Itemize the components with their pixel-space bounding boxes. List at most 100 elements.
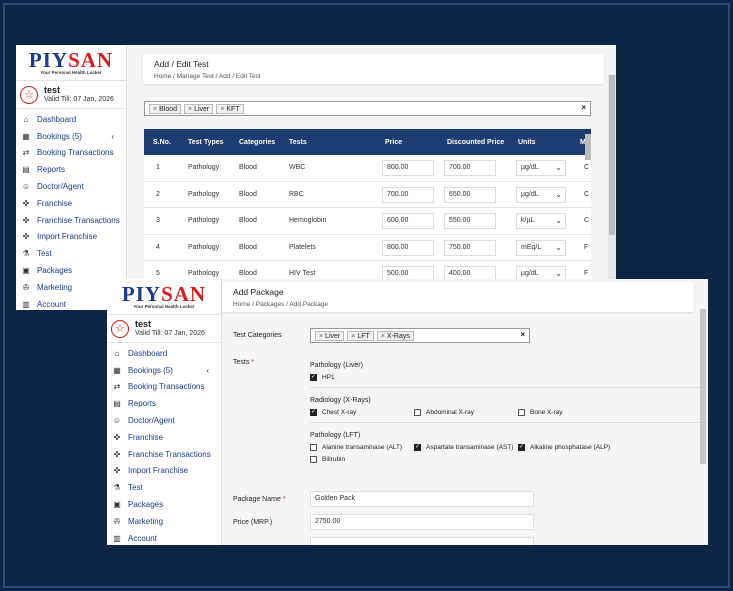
- category-tag[interactable]: × LFT: [347, 330, 374, 341]
- sidebar-item-dashboard[interactable]: ⌂ Dashboard: [16, 111, 126, 128]
- package-name-input[interactable]: Golden Pack: [310, 491, 534, 507]
- cell-test-type: Pathology: [188, 164, 220, 171]
- test-filter-input[interactable]: × Blood × Liver × KFT ×: [144, 101, 591, 116]
- checkbox-alp[interactable]: Alkaline phosphatase (ALP): [518, 443, 610, 451]
- sidebar-item-packages[interactable]: ▣ Packages: [107, 496, 221, 513]
- price-input[interactable]: 800.00: [382, 239, 434, 256]
- sidebar-item-franchise-transactions[interactable]: ✜ Franchise Transactions: [107, 446, 221, 463]
- table-scroll-handle[interactable]: [585, 134, 591, 160]
- scrollbar-thumb[interactable]: [609, 75, 615, 235]
- sidebar-item-bookings[interactable]: ▦ Bookings (5) ‹: [107, 362, 221, 379]
- breadcrumb-manage-test[interactable]: Manage Test: [177, 73, 214, 80]
- next-field-input[interactable]: [310, 537, 534, 545]
- table-row: 1 Pathology Blood WBC 800.00 700.00 µg/dL ⌄ C: [144, 155, 591, 182]
- package-name-label: Package Name *: [233, 496, 286, 503]
- table-row: 2 Pathology Blood RBC 700.00 650.00 µg/dL ⌄ C: [144, 181, 591, 208]
- clear-icon[interactable]: ×: [520, 330, 525, 339]
- cell-sno: 5: [156, 270, 160, 277]
- sidebar-item-test[interactable]: ⚗ Test: [107, 479, 221, 496]
- checkbox-box: [414, 409, 421, 416]
- cell-test: HIV Test: [289, 270, 316, 277]
- filter-tag[interactable]: × KFT: [216, 103, 244, 114]
- franchise-icon: ✜: [22, 198, 30, 208]
- discounted-price-input[interactable]: 550.00: [444, 213, 496, 229]
- sidebar-item-test[interactable]: ⚗ Test: [16, 245, 126, 262]
- sidebar-item-dashboard[interactable]: ⌂ Dashboard: [107, 345, 221, 362]
- logo: PIYSAN Your Personal Health Locker: [107, 279, 221, 315]
- sidebar-item-franchise[interactable]: ✜ Franchise: [107, 429, 221, 446]
- clear-icon[interactable]: ×: [581, 103, 586, 112]
- transactions-icon: ⇄: [22, 148, 30, 158]
- price-input[interactable]: 800.00: [382, 160, 434, 176]
- category-tag[interactable]: × Liver: [315, 330, 345, 341]
- discounted-price-input[interactable]: 650.00: [444, 186, 496, 203]
- sidebar-item-account[interactable]: ▥ Account: [107, 530, 221, 545]
- sidebar-item-packages[interactable]: ▣ Packages: [16, 262, 126, 279]
- test-categories-input[interactable]: × Liver × LFT × X-Rays ×: [310, 328, 530, 343]
- main-content: Add Package Home / Packages / Add Packag…: [222, 279, 708, 545]
- sidebar-item-booking-transactions[interactable]: ⇄ Booking Transactions: [107, 379, 221, 396]
- sidebar-item-doctor-agent[interactable]: ☺ Doctor/Agent: [16, 178, 126, 195]
- checkbox-chest-xray[interactable]: Chest X-ray: [310, 408, 356, 416]
- sidebar-item-reports[interactable]: ▤ Reports: [16, 161, 126, 178]
- sidebar-item-import-franchise[interactable]: ✜ Import Franchise: [107, 463, 221, 480]
- price-label: Price (MRP.): [233, 519, 273, 526]
- sidebar-item-import-franchise[interactable]: ✜ Import Franchise: [16, 229, 126, 246]
- filter-tag[interactable]: × Blood: [149, 103, 181, 114]
- page-title: Add Package: [233, 287, 284, 297]
- sidebar-item-marketing[interactable]: ✇ Marketing: [107, 513, 221, 530]
- breadcrumb-packages[interactable]: Packages: [256, 301, 285, 308]
- add-package-form: Test Categories × Liver × LFT × X-Rays × Te…: [222, 320, 708, 545]
- home-icon: ⌂: [23, 114, 29, 124]
- breadcrumb-home[interactable]: Home: [154, 73, 171, 80]
- price-input[interactable]: 600.00: [382, 213, 434, 229]
- checkbox-bone-xray[interactable]: Bone X-ray: [518, 409, 563, 416]
- units-select[interactable]: k/µL ⌄: [516, 213, 566, 229]
- checkbox-box: [414, 443, 421, 451]
- account-icon: ▥: [113, 533, 121, 543]
- breadcrumb-home[interactable]: Home: [233, 301, 250, 308]
- breadcrumb-current: Add / Edit Test: [218, 73, 261, 80]
- divider: [310, 387, 708, 388]
- price-input[interactable]: 700.00: [382, 186, 434, 203]
- chevron-down-icon: ⌄: [555, 189, 562, 199]
- sidebar-item-booking-transactions[interactable]: ⇄ Booking Transactions: [16, 145, 126, 162]
- checkbox-bilirubin[interactable]: Bilirubin: [310, 456, 345, 463]
- checkbox-hp1[interactable]: HP1: [310, 373, 335, 381]
- units-select[interactable]: µg/dL ⌄: [516, 186, 566, 203]
- table-row: 3 Pathology Blood Hemoglobin 600.00 550.00 k/µ…: [144, 208, 591, 235]
- vertical-scrollbar[interactable]: [608, 75, 616, 310]
- page-header: Add / Edit Test Home / Manage Test / Add…: [143, 54, 604, 84]
- checkbox-alt[interactable]: Alanine transaminase (ALT): [310, 444, 402, 451]
- filter-tag[interactable]: × Liver: [184, 103, 214, 114]
- avatar: ☆: [111, 320, 129, 338]
- chevron-down-icon: ⌄: [555, 163, 562, 172]
- sidebar-item-reports[interactable]: ▤ Reports: [107, 395, 221, 412]
- test-categories-label: Test Categories: [233, 332, 282, 339]
- tests-table: S.No. Test Types Categories Tests Price …: [144, 129, 591, 288]
- cell-more: C: [584, 164, 590, 171]
- cell-test-type: Pathology: [188, 270, 220, 277]
- discounted-price-input[interactable]: 700.00: [444, 160, 496, 176]
- units-select[interactable]: mEq/L ⌄: [516, 239, 566, 256]
- price-input[interactable]: 2750.00: [310, 514, 534, 530]
- col-price: Price: [385, 138, 403, 146]
- checkbox-box: [310, 373, 317, 381]
- discounted-price-input[interactable]: 750.00: [444, 239, 496, 256]
- category-tag[interactable]: × X-Rays: [376, 330, 414, 341]
- sidebar-item-franchise-transactions[interactable]: ✜ Franchise Transactions: [16, 212, 126, 229]
- vertical-scrollbar[interactable]: [700, 309, 706, 464]
- packages-icon: ▣: [113, 500, 121, 510]
- checkbox-abdominal-xray[interactable]: Abdominal X-ray: [414, 409, 474, 416]
- sidebar-item-bookings[interactable]: ▦ Bookings (5) ‹: [16, 128, 126, 145]
- group-title: Radiology (X-Rays): [310, 397, 371, 404]
- user-card: ☆ test Valid Till: 07 Jan, 2026: [16, 81, 126, 109]
- checkbox-ast[interactable]: Aspartate transaminase (AST): [414, 443, 513, 451]
- remove-tag-icon: ×: [220, 105, 225, 113]
- cell-test-type: Pathology: [188, 190, 220, 198]
- cell-test-type: Pathology: [188, 217, 220, 224]
- sidebar-item-doctor-agent[interactable]: ☺ Doctor/Agent: [107, 412, 221, 429]
- sidebar-item-franchise[interactable]: ✜ Franchise: [16, 195, 126, 212]
- user-valid-till: Valid Till: 07 Jan, 2026: [135, 330, 205, 337]
- units-select[interactable]: µg/dL ⌄: [516, 160, 566, 176]
